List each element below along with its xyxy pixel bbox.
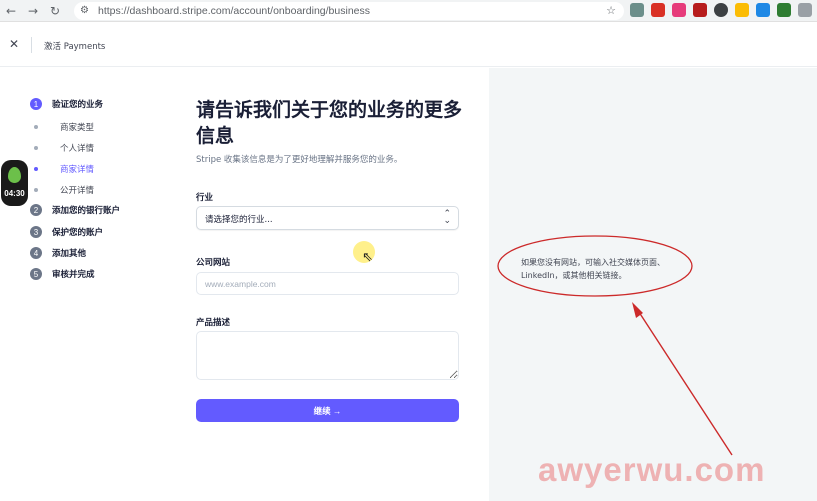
substep-dot	[34, 167, 38, 171]
close-icon[interactable]: ✕	[9, 37, 19, 51]
site-settings-icon[interactable]: ⚙	[80, 5, 94, 17]
continue-button[interactable]: 继续 →	[196, 399, 459, 422]
substep-label: 商家类型	[60, 123, 95, 133]
substep-business-type[interactable]: 商家类型	[30, 121, 94, 133]
substep-personal-details[interactable]: 个人详情	[30, 142, 94, 154]
industry-select-value: 请选择您的行业...	[205, 215, 273, 225]
header-divider	[31, 37, 32, 53]
timer-text: 04:30	[4, 189, 25, 198]
industry-select[interactable]: 请选择您的行业... ⌃ ⌄	[196, 206, 459, 230]
page-title: 请告诉我们关于您的业务的更多信息	[196, 99, 463, 147]
step-add-bank-account[interactable]: 2 添加您的银行账户	[30, 204, 120, 216]
extension-icon[interactable]	[735, 3, 749, 17]
step-label: 审核并完成	[52, 270, 95, 280]
step-label: 添加您的银行账户	[52, 206, 121, 216]
watermark: awyerwu.com	[538, 451, 766, 488]
step-label: 添加其他	[52, 249, 87, 259]
substep-dot	[34, 188, 38, 192]
substep-public-details[interactable]: 公开详情	[30, 184, 94, 196]
extension-icon[interactable]	[672, 3, 686, 17]
step-label: 验证您的业务	[52, 100, 104, 110]
substep-dot	[34, 146, 38, 150]
extension-icon[interactable]	[798, 3, 812, 17]
mouse-cursor-icon: ⇖	[362, 250, 373, 265]
page-header: ✕ 激活 Payments	[0, 23, 817, 67]
step-number: 2	[30, 204, 42, 216]
step-label: 保护您的账户	[52, 228, 104, 238]
address-bar[interactable]: ⚙ https://dashboard.stripe.com/account/o…	[74, 2, 624, 20]
page-subtitle: Stripe 收集该信息是为了更好地理解并服务您的业务。	[196, 155, 403, 165]
step-add-extras[interactable]: 4 添加其他	[30, 247, 86, 259]
reload-icon[interactable]: ↻	[44, 0, 66, 22]
step-secure-account[interactable]: 3 保护您的账户	[30, 226, 103, 238]
side-panel	[489, 68, 817, 501]
substep-dot	[34, 125, 38, 129]
industry-label: 行业	[196, 193, 214, 203]
step-verify-business[interactable]: 1 验证您的业务	[30, 98, 103, 110]
header-title: 激活 Payments	[44, 42, 106, 52]
extension-icon[interactable]	[651, 3, 665, 17]
extensions-bar	[630, 3, 812, 17]
hint-text: 如果您没有网站，可输入社交媒体页面、LinkedIn，或其他相关链接。	[521, 258, 665, 280]
star-icon[interactable]: ☆	[606, 4, 616, 17]
arrow-right-icon[interactable]: →	[22, 0, 44, 22]
extension-icon[interactable]	[756, 3, 770, 17]
step-number: 3	[30, 226, 42, 238]
substep-label: 商家详情	[60, 165, 95, 175]
extension-icon[interactable]	[714, 3, 728, 17]
description-textarea[interactable]	[196, 331, 459, 380]
arrow-left-icon[interactable]: ←	[0, 0, 22, 22]
website-input[interactable]	[196, 272, 459, 295]
step-review-complete[interactable]: 5 审核并完成	[30, 268, 95, 280]
step-number: 5	[30, 268, 42, 280]
leaf-icon	[8, 167, 21, 183]
browser-toolbar: ← → ↻ ⚙ https://dashboard.stripe.com/acc…	[0, 0, 817, 22]
extension-icon[interactable]	[693, 3, 707, 17]
extension-icon[interactable]	[630, 3, 644, 17]
timer-badge: 04:30	[1, 160, 28, 206]
step-number: 1	[30, 98, 42, 110]
substep-business-details[interactable]: 商家详情	[30, 163, 94, 175]
website-label: 公司网站	[196, 258, 231, 268]
substep-label: 个人详情	[60, 144, 95, 154]
step-number: 4	[30, 247, 42, 259]
substep-label: 公开详情	[60, 186, 95, 196]
url-text: https://dashboard.stripe.com/account/onb…	[98, 5, 371, 17]
extension-icon[interactable]	[777, 3, 791, 17]
chevron-up-down-icon: ⌃ ⌄	[443, 209, 451, 226]
description-label: 产品描述	[196, 318, 231, 328]
